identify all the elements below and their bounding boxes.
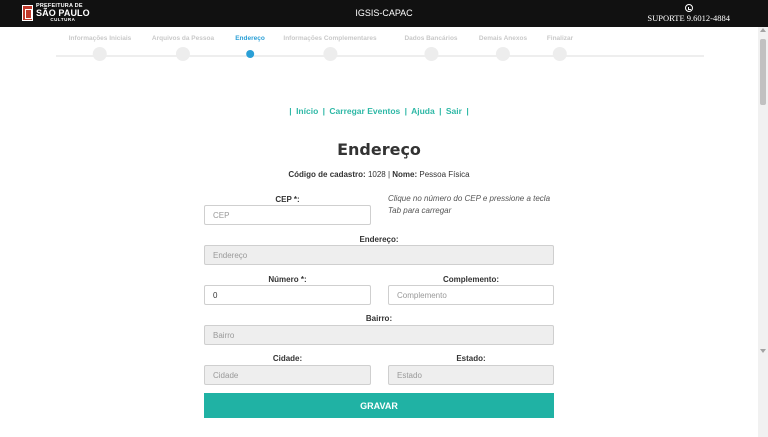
endereco-label: Endereço: [359,235,399,244]
step-dados-bancarios[interactable]: Dados Bancários [404,35,458,61]
bairro-label: Bairro: [365,314,393,323]
step-label: Endereço [235,35,265,42]
nav-link-carregar-eventos[interactable]: Carregar Eventos [329,106,400,116]
step-label: Dados Bancários [404,35,458,42]
step-dot [93,47,107,61]
gravar-button[interactable]: GRAVAR [204,393,554,418]
step-demais-anexos[interactable]: Demais Anexos [479,35,527,61]
bairro-input[interactable] [204,325,554,345]
nav-link-ajuda[interactable]: Ajuda [411,106,435,116]
codigo-label: Código de cadastro: [288,170,366,179]
step-dot [322,47,337,61]
step-informacoes-iniciais[interactable]: Informações Iniciais [68,35,132,61]
step-label: Informações Iniciais [68,35,132,42]
progress-steps: Informações Iniciais Arquivos da Pessoa … [56,35,704,65]
estado-label: Estado: [456,354,486,363]
scroll-thumb[interactable] [760,39,766,105]
step-endereco[interactable]: Endereço [235,35,265,58]
scroll-up-arrow-icon[interactable] [760,28,766,32]
nav-link-sair[interactable]: Sair [446,106,462,116]
numero-label: Número *: [268,275,307,284]
step-finalizar[interactable]: Finalizar [547,35,573,61]
endereco-input[interactable] [204,245,554,265]
step-arquivos-pessoa[interactable]: Arquivos da Pessoa [152,35,214,61]
whatsapp-icon [684,4,693,12]
vertical-scrollbar[interactable] [758,27,768,437]
numero-input[interactable] [204,285,371,305]
complemento-label: Complemento: [443,275,499,284]
cep-input[interactable] [204,205,371,225]
step-dot [553,47,567,61]
registration-info: Código de cadastro: 1028 | Nome: Pessoa … [288,170,470,179]
nome-value: Pessoa Física [419,170,470,179]
cidade-label: Cidade: [272,354,303,363]
top-nav-links: | Início | Carregar Eventos | Ajuda | Sa… [289,106,469,116]
step-dot [175,47,190,61]
nav-link-inicio[interactable]: Início [296,106,318,116]
step-dot-active [246,50,254,58]
step-label: Demais Anexos [478,35,528,42]
step-label: Informações Complementares [283,35,377,42]
cep-hint: Clique no número do CEP e pressione a te… [388,194,551,215]
step-informacoes-complementares[interactable]: Informações Complementares [283,35,377,61]
top-bar: PREFEITURA DE SÃO PAULO CULTURA IGSIS-CA… [0,0,768,27]
codigo-value: 1028 [367,170,386,179]
cidade-input[interactable] [204,365,371,385]
step-dot [423,47,438,61]
step-dot [495,47,510,61]
step-label: Arquivos da Pessoa [151,35,215,42]
cep-label: CEP *: [275,195,300,204]
scroll-down-arrow-icon[interactable] [760,349,766,353]
support-text: SUPORTE 9.6012-4884 [647,13,730,23]
step-label: Finalizar [546,35,574,42]
support-contact: SUPORTE 9.6012-4884 [647,4,730,23]
page-title: Endereço [337,140,421,159]
nome-label: Nome: [392,170,418,179]
estado-input[interactable] [388,365,554,385]
complemento-input[interactable] [388,285,554,305]
logo-line-3: CULTURA [50,17,76,22]
